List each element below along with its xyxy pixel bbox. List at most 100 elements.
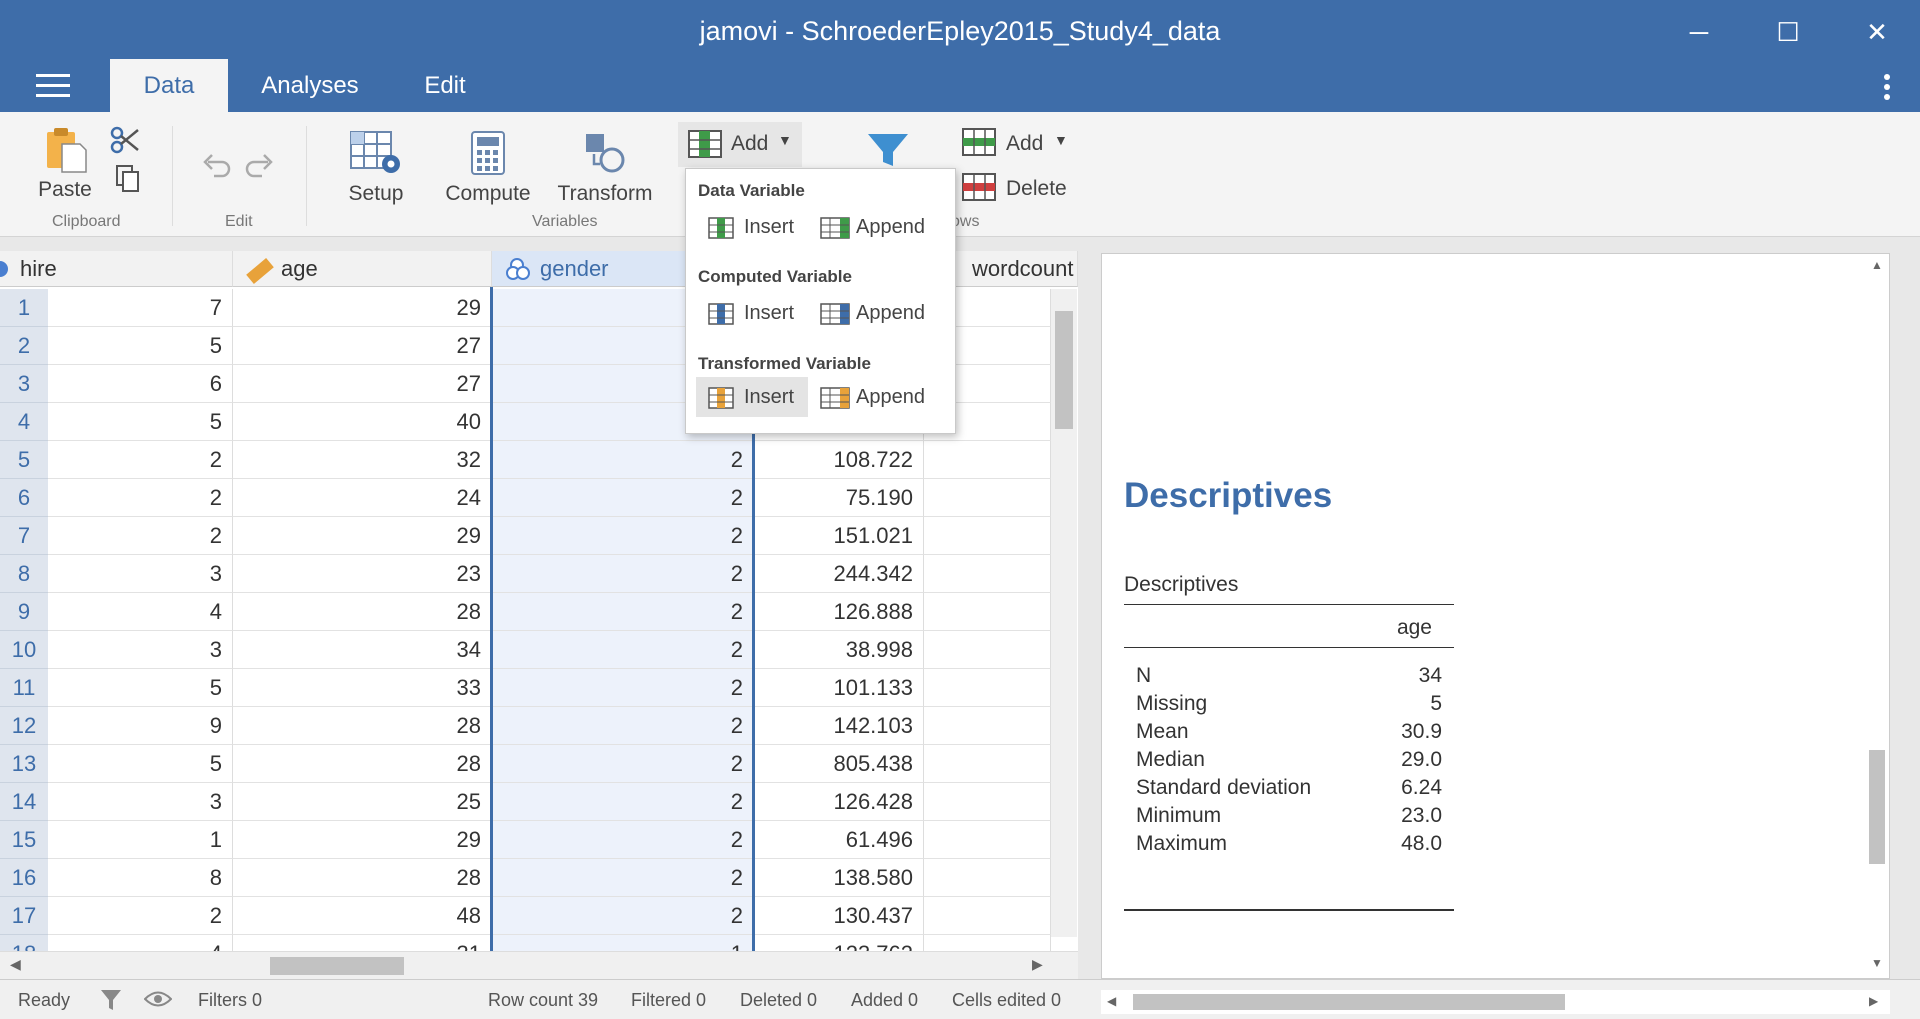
- insert-data-variable[interactable]: Insert: [696, 207, 800, 247]
- append-transformed-variable[interactable]: Append: [808, 377, 948, 417]
- table-cell[interactable]: 28: [233, 859, 492, 897]
- table-cell[interactable]: 33: [233, 669, 492, 707]
- table-cell[interactable]: 34: [233, 631, 492, 669]
- table-cell[interactable]: 32: [233, 441, 492, 479]
- row-number[interactable]: 5: [0, 441, 48, 479]
- redo-icon[interactable]: [244, 150, 276, 180]
- table-cell[interactable]: 2: [492, 441, 754, 479]
- copy-icon[interactable]: [115, 164, 141, 194]
- insert-transformed-variable[interactable]: Insert: [696, 377, 808, 417]
- results-vertical-scrollbar[interactable]: ▲ ▼: [1865, 254, 1889, 978]
- filter-icon[interactable]: [100, 988, 122, 1012]
- row-number[interactable]: 8: [0, 555, 48, 593]
- table-cell[interactable]: 3: [48, 555, 233, 593]
- table-cell[interactable]: 40: [233, 403, 492, 441]
- table-cell[interactable]: 101.133: [754, 669, 924, 707]
- grid-vertical-scrollbar[interactable]: [1051, 289, 1077, 937]
- row-number[interactable]: 15: [0, 821, 48, 859]
- transform-button[interactable]: Transform: [555, 130, 655, 206]
- table-cell[interactable]: 5: [48, 327, 233, 365]
- scroll-right-icon[interactable]: ▶: [1032, 956, 1043, 973]
- row-number[interactable]: 16: [0, 859, 48, 897]
- table-cell[interactable]: 142.103: [754, 707, 924, 745]
- tab-edit[interactable]: Edit: [400, 59, 490, 112]
- scrollbar-thumb[interactable]: [1869, 750, 1885, 864]
- table-cell[interactable]: [924, 555, 1051, 593]
- table-cell[interactable]: 27: [233, 327, 492, 365]
- table-cell[interactable]: 25: [233, 783, 492, 821]
- table-cell[interactable]: 2: [492, 593, 754, 631]
- table-cell[interactable]: 27: [233, 365, 492, 403]
- table-cell[interactable]: [924, 783, 1051, 821]
- row-number[interactable]: 11: [0, 669, 48, 707]
- table-cell[interactable]: [924, 593, 1051, 631]
- table-cell[interactable]: 2: [48, 897, 233, 935]
- table-cell[interactable]: [924, 745, 1051, 783]
- row-number[interactable]: 13: [0, 745, 48, 783]
- minimize-button[interactable]: ─: [1669, 12, 1729, 52]
- table-cell[interactable]: 126.428: [754, 783, 924, 821]
- table-cell[interactable]: 2: [492, 517, 754, 555]
- row-number[interactable]: 9: [0, 593, 48, 631]
- table-cell[interactable]: [924, 859, 1051, 897]
- table-cell[interactable]: 28: [233, 707, 492, 745]
- tab-data[interactable]: Data: [110, 59, 228, 112]
- row-number[interactable]: 4: [0, 403, 48, 441]
- table-cell[interactable]: 28: [233, 593, 492, 631]
- scrollbar-thumb[interactable]: [1133, 994, 1565, 1010]
- table-cell[interactable]: 130.437: [754, 897, 924, 935]
- table-cell[interactable]: 2: [48, 517, 233, 555]
- row-number[interactable]: 17: [0, 897, 48, 935]
- table-cell[interactable]: 2: [492, 631, 754, 669]
- close-button[interactable]: ✕: [1847, 12, 1907, 52]
- table-cell[interactable]: [924, 441, 1051, 479]
- table-cell[interactable]: 75.190: [754, 479, 924, 517]
- row-number[interactable]: 1: [0, 289, 48, 327]
- table-cell[interactable]: 29: [233, 289, 492, 327]
- table-cell[interactable]: 2: [492, 783, 754, 821]
- table-cell[interactable]: 23: [233, 555, 492, 593]
- table-cell[interactable]: 28: [233, 745, 492, 783]
- delete-row-button[interactable]: Delete: [960, 171, 1078, 205]
- table-cell[interactable]: 38.998: [754, 631, 924, 669]
- table-cell[interactable]: 244.342: [754, 555, 924, 593]
- row-number[interactable]: 2: [0, 327, 48, 365]
- tab-analyses[interactable]: Analyses: [250, 59, 370, 112]
- table-cell[interactable]: 108.722: [754, 441, 924, 479]
- table-cell[interactable]: 151.021: [754, 517, 924, 555]
- scroll-left-icon[interactable]: ◀: [10, 956, 21, 973]
- table-cell[interactable]: 126.888: [754, 593, 924, 631]
- table-cell[interactable]: 2: [492, 859, 754, 897]
- hamburger-menu-icon[interactable]: [36, 74, 70, 100]
- table-cell[interactable]: 2: [48, 479, 233, 517]
- append-computed-variable[interactable]: Append: [808, 293, 948, 333]
- append-data-variable[interactable]: Append: [808, 207, 948, 247]
- row-number[interactable]: 3: [0, 365, 48, 403]
- setup-button[interactable]: Setup: [336, 130, 416, 206]
- table-cell[interactable]: 4: [48, 593, 233, 631]
- row-number[interactable]: 6: [0, 479, 48, 517]
- column-header-hire[interactable]: hire: [0, 251, 233, 287]
- table-cell[interactable]: 2: [48, 441, 233, 479]
- table-cell[interactable]: [924, 897, 1051, 935]
- table-cell[interactable]: 5: [48, 669, 233, 707]
- results-horizontal-scrollbar[interactable]: ◀ ▶: [1101, 990, 1890, 1014]
- table-cell[interactable]: 2: [492, 821, 754, 859]
- cut-icon[interactable]: [110, 126, 142, 154]
- table-cell[interactable]: 805.438: [754, 745, 924, 783]
- add-variable-button[interactable]: Add ▼: [678, 122, 802, 167]
- table-cell[interactable]: 24: [233, 479, 492, 517]
- table-cell[interactable]: 9: [48, 707, 233, 745]
- table-cell[interactable]: 2: [492, 669, 754, 707]
- paste-button[interactable]: Paste: [34, 126, 96, 202]
- table-cell[interactable]: 8: [48, 859, 233, 897]
- eye-icon[interactable]: [144, 990, 172, 1008]
- pane-divider[interactable]: [1078, 251, 1101, 979]
- scrollbar-thumb[interactable]: [1055, 311, 1073, 429]
- column-header-age[interactable]: age: [233, 251, 492, 287]
- table-cell[interactable]: 7: [48, 289, 233, 327]
- row-number[interactable]: 10: [0, 631, 48, 669]
- table-cell[interactable]: 2: [492, 555, 754, 593]
- table-cell[interactable]: 3: [48, 631, 233, 669]
- table-cell[interactable]: 29: [233, 517, 492, 555]
